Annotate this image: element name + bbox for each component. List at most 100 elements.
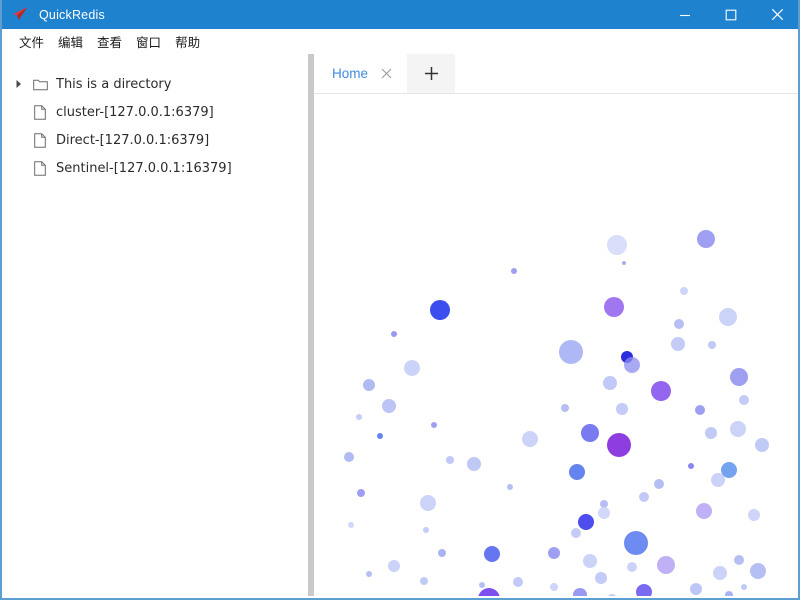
- bubble: [366, 571, 372, 577]
- bubble: [446, 456, 454, 464]
- tree-item-cluster[interactable]: cluster-[127.0.0.1:6379]: [2, 98, 308, 126]
- bubble: [423, 527, 429, 533]
- bubble: [391, 331, 397, 337]
- window-controls: [662, 0, 798, 29]
- close-icon[interactable]: [754, 0, 798, 29]
- bubble: [430, 300, 450, 320]
- bubble: [607, 433, 631, 457]
- bubble: [636, 584, 652, 596]
- bubble: [569, 464, 585, 480]
- connection-tree: This is a directory cluster-[127.0.0.1:6…: [2, 54, 308, 596]
- bubble: [730, 421, 746, 437]
- bubble: [363, 379, 375, 391]
- bubble: [595, 572, 607, 584]
- bubble: [357, 489, 365, 497]
- paper-plane-icon: [10, 5, 32, 25]
- bubble: [730, 368, 748, 386]
- file-icon: [32, 132, 48, 148]
- window-title: QuickRedis: [39, 7, 105, 22]
- add-tab-button[interactable]: [407, 54, 456, 93]
- tree-item-direct[interactable]: Direct-[127.0.0.1:6379]: [2, 126, 308, 154]
- tree-item-directory[interactable]: This is a directory: [2, 70, 308, 98]
- bubble: [484, 546, 500, 562]
- bubble: [356, 414, 362, 420]
- bubble: [388, 560, 400, 572]
- bubble: [690, 583, 702, 595]
- bubble: [583, 554, 597, 568]
- bubble: [607, 594, 617, 596]
- bubble: [478, 588, 500, 596]
- bubble: [616, 403, 628, 415]
- tree-item-label: This is a directory: [56, 76, 172, 92]
- bubble: [711, 473, 725, 487]
- bubble: [695, 405, 705, 415]
- maximize-icon[interactable]: [708, 0, 754, 29]
- bubble: [725, 591, 733, 596]
- bubble: [696, 503, 712, 519]
- bubble: [654, 479, 664, 489]
- bubble: [739, 395, 749, 405]
- bubble: [750, 563, 766, 579]
- bubble: [603, 376, 617, 390]
- close-icon[interactable]: [380, 67, 393, 80]
- bubble: [734, 555, 744, 565]
- menu-item-view[interactable]: 查看: [90, 30, 129, 53]
- bubble: [404, 360, 420, 376]
- bubble: [624, 531, 648, 555]
- bubble: [627, 562, 637, 572]
- bubble: [705, 427, 717, 439]
- bubble: [719, 308, 737, 326]
- bubble: [741, 584, 747, 590]
- main-panel: Home: [314, 54, 798, 596]
- bubble: [622, 261, 626, 265]
- chevron-right-icon[interactable]: [12, 77, 26, 91]
- bubble-animation-canvas: [314, 95, 798, 596]
- menu-item-help[interactable]: 帮助: [168, 30, 207, 53]
- bubble: [559, 340, 583, 364]
- bubble: [479, 582, 485, 588]
- bubble: [651, 381, 671, 401]
- menu-bar: 文件 编辑 查看 窗口 帮助: [2, 29, 798, 54]
- bubble: [344, 452, 354, 462]
- bubble: [550, 583, 558, 591]
- bubble: [522, 431, 538, 447]
- bubble: [573, 588, 587, 596]
- bubble: [680, 287, 688, 295]
- tab-label: Home: [332, 65, 369, 81]
- bubble: [598, 507, 610, 519]
- folder-icon: [32, 76, 48, 92]
- bubble: [561, 404, 569, 412]
- bubble: [604, 297, 624, 317]
- bubble: [713, 566, 727, 580]
- minimize-icon[interactable]: [662, 0, 708, 29]
- bubble: [708, 341, 716, 349]
- body-area: This is a directory cluster-[127.0.0.1:6…: [2, 54, 798, 596]
- bubble: [607, 235, 627, 255]
- bubble: [671, 337, 685, 351]
- menu-item-edit[interactable]: 编辑: [51, 30, 90, 53]
- tab-bar: Home: [314, 54, 798, 94]
- menu-item-window[interactable]: 窗口: [129, 30, 168, 53]
- bubble: [438, 549, 446, 557]
- bubble: [571, 528, 581, 538]
- bubble: [348, 522, 354, 528]
- bubble: [674, 319, 684, 329]
- bubble: [513, 577, 523, 587]
- bubble: [382, 399, 396, 413]
- bubble: [377, 433, 383, 439]
- bubble: [624, 357, 640, 373]
- bubble: [748, 509, 760, 521]
- tree-item-label: Direct-[127.0.0.1:6379]: [56, 132, 210, 148]
- bubble: [507, 484, 513, 490]
- bubble: [578, 514, 594, 530]
- bubble: [697, 230, 715, 248]
- file-icon: [32, 104, 48, 120]
- tree-item-sentinel[interactable]: Sentinel-[127.0.0.1:16379]: [2, 154, 308, 182]
- bubble: [511, 268, 517, 274]
- bubble: [755, 438, 769, 452]
- bubble: [581, 424, 599, 442]
- bubble: [657, 556, 675, 574]
- menu-item-file[interactable]: 文件: [12, 30, 51, 53]
- bubble: [688, 463, 694, 469]
- tab-home[interactable]: Home: [314, 54, 408, 93]
